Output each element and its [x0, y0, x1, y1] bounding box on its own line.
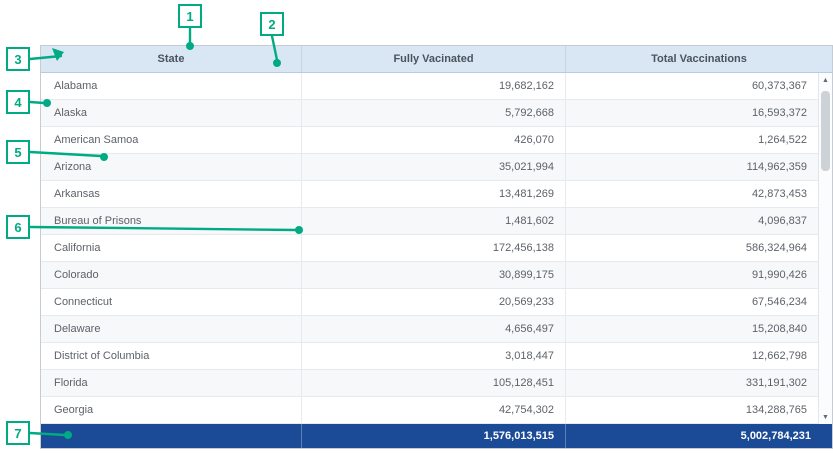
- fully-vaccinated-cell: 13,481,269: [301, 181, 565, 207]
- fully-vaccinated-cell: 35,021,994: [301, 154, 565, 180]
- total-vaccinations-cell: 60,373,367: [565, 73, 818, 99]
- fully-vaccinated-cell: 5,792,668: [301, 100, 565, 126]
- table-row[interactable]: Bureau of Prisons1,481,6024,096,837: [41, 208, 818, 235]
- table-row[interactable]: Georgia42,754,302134,288,765: [41, 397, 818, 424]
- fully-vaccinated-cell: 105,128,451: [301, 370, 565, 396]
- annotation-callout-4: 4: [6, 90, 30, 114]
- annotation-callout-6: 6: [6, 215, 30, 239]
- table-row[interactable]: District of Columbia3,018,44712,662,798: [41, 343, 818, 370]
- state-cell: District of Columbia: [41, 343, 301, 369]
- total-vaccinations-cell: 1,264,522: [565, 127, 818, 153]
- fully-vaccinated-cell: 426,070: [301, 127, 565, 153]
- total-vaccinations-cell: 134,288,765: [565, 397, 818, 423]
- table-body-wrap: Alabama19,682,16260,373,367Alaska5,792,6…: [41, 73, 832, 424]
- fully-vaccinated-cell: 172,456,138: [301, 235, 565, 261]
- table-row[interactable]: Connecticut20,569,23367,546,234: [41, 289, 818, 316]
- scrollbar-track[interactable]: [819, 87, 832, 410]
- fully-vaccinated-cell: 30,899,175: [301, 262, 565, 288]
- state-cell: Georgia: [41, 397, 301, 423]
- total-vaccinations-cell: 4,096,837: [565, 208, 818, 234]
- total-vaccinations-cell: 331,191,302: [565, 370, 818, 396]
- table-row[interactable]: Alaska5,792,66816,593,372: [41, 100, 818, 127]
- annotation-callout-1: 1: [178, 4, 202, 28]
- total-fully-vaccinated-cell: 1,576,013,515: [301, 424, 565, 448]
- table-rows: Alabama19,682,16260,373,367Alaska5,792,6…: [41, 73, 818, 424]
- column-header-state[interactable]: State: [41, 46, 301, 72]
- total-vaccinations-cell: 16,593,372: [565, 100, 818, 126]
- state-cell: Colorado: [41, 262, 301, 288]
- total-vaccinations-cell: 114,962,359: [565, 154, 818, 180]
- table-row[interactable]: Florida105,128,451331,191,302: [41, 370, 818, 397]
- table-row[interactable]: American Samoa426,0701,264,522: [41, 127, 818, 154]
- column-header-fully-vaccinated[interactable]: Fully Vacinated: [301, 46, 565, 72]
- scrollbar-thumb[interactable]: [821, 91, 830, 171]
- table-row[interactable]: Arkansas13,481,26942,873,453: [41, 181, 818, 208]
- state-cell: Connecticut: [41, 289, 301, 315]
- table-row[interactable]: Alabama19,682,16260,373,367: [41, 73, 818, 100]
- total-vaccinations-cell: 91,990,426: [565, 262, 818, 288]
- annotation-callout-3: 3: [6, 47, 30, 71]
- column-header-total-vaccinations[interactable]: Total Vaccinations: [565, 46, 832, 72]
- state-cell: California: [41, 235, 301, 261]
- fully-vaccinated-cell: 3,018,447: [301, 343, 565, 369]
- state-cell: Bureau of Prisons: [41, 208, 301, 234]
- table-total-row: 1,576,013,515 5,002,784,231: [41, 424, 832, 448]
- table-row[interactable]: California172,456,138586,324,964: [41, 235, 818, 262]
- total-vaccinations-cell: 42,873,453: [565, 181, 818, 207]
- table-header-row: State Fully Vacinated Total Vaccinations: [41, 46, 832, 73]
- data-table: State Fully Vacinated Total Vaccinations…: [40, 45, 833, 449]
- annotation-callout-5: 5: [6, 140, 30, 164]
- total-vaccinations-cell: 586,324,964: [565, 235, 818, 261]
- fully-vaccinated-cell: 19,682,162: [301, 73, 565, 99]
- annotation-callout-7: 7: [6, 421, 30, 445]
- fully-vaccinated-cell: 42,754,302: [301, 397, 565, 423]
- annotation-callout-2: 2: [260, 12, 284, 36]
- fully-vaccinated-cell: 4,656,497: [301, 316, 565, 342]
- table-row[interactable]: Arizona35,021,994114,962,359: [41, 154, 818, 181]
- table-row[interactable]: Colorado30,899,17591,990,426: [41, 262, 818, 289]
- total-vaccinations-cell: 15,208,840: [565, 316, 818, 342]
- table-row[interactable]: Delaware4,656,49715,208,840: [41, 316, 818, 343]
- total-vaccinations-cell: 12,662,798: [565, 343, 818, 369]
- state-cell: Alabama: [41, 73, 301, 99]
- scroll-down-icon[interactable]: ▼: [819, 410, 832, 424]
- fully-vaccinated-cell: 20,569,233: [301, 289, 565, 315]
- total-vaccinations-cell: 67,546,234: [565, 289, 818, 315]
- vertical-scrollbar[interactable]: ▲ ▼: [818, 73, 832, 424]
- fully-vaccinated-cell: 1,481,602: [301, 208, 565, 234]
- state-cell: Florida: [41, 370, 301, 396]
- total-vaccinations-cell: 5,002,784,231: [565, 424, 832, 448]
- state-cell: Arizona: [41, 154, 301, 180]
- state-cell: Arkansas: [41, 181, 301, 207]
- state-cell: Alaska: [41, 100, 301, 126]
- state-cell: American Samoa: [41, 127, 301, 153]
- total-state-cell: [41, 424, 301, 448]
- state-cell: Delaware: [41, 316, 301, 342]
- scroll-up-icon[interactable]: ▲: [819, 73, 832, 87]
